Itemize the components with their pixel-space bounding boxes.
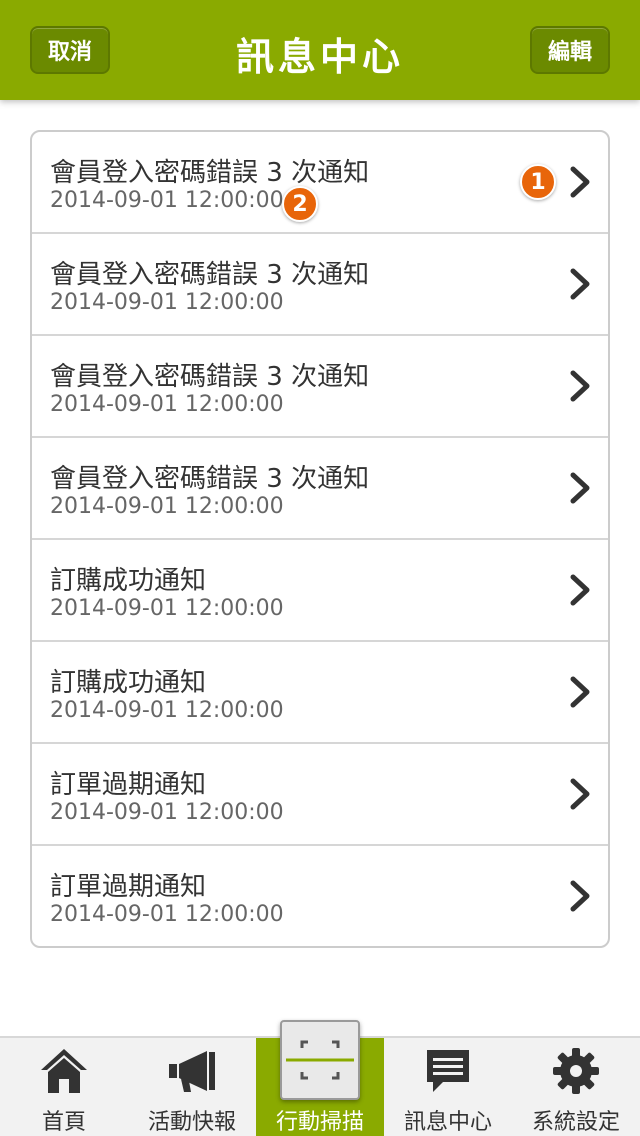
chevron-right-icon xyxy=(570,574,590,606)
step-badge: 2 xyxy=(282,186,318,222)
message-subject: 會員登入密碼錯誤 3 次通知 xyxy=(50,362,370,392)
message-subject: 訂購成功通知 xyxy=(50,566,207,596)
message-row[interactable]: 訂單過期通知 2014-09-01 12:00:00 xyxy=(32,744,608,846)
tab-news[interactable]: 活動快報 xyxy=(128,1038,256,1136)
message-row[interactable]: 會員登入密碼錯誤 3 次通知 2014-09-01 12:00:00 xyxy=(32,336,608,438)
message-subject: 會員登入密碼錯誤 3 次通知 xyxy=(50,260,370,290)
message-subject: 會員登入密碼錯誤 3 次通知 xyxy=(50,464,370,494)
home-icon xyxy=(41,1049,87,1093)
message-row[interactable]: 會員登入密碼錯誤 3 次通知 2014-09-01 12:00:00 xyxy=(32,438,608,540)
tab-label: 行動掃描 xyxy=(275,1110,364,1135)
message-time: 2014-09-01 12:00:00 xyxy=(50,902,284,927)
message-time: 2014-09-01 12:00:00 xyxy=(50,188,284,213)
message-list: 會員登入密碼錯誤 3 次通知 2014-09-01 12:00:00 1 2 會… xyxy=(30,130,610,948)
message-row[interactable]: 會員登入密碼錯誤 3 次通知 2014-09-01 12:00:00 xyxy=(32,234,608,336)
message-row[interactable]: 訂購成功通知 2014-09-01 12:00:00 xyxy=(32,642,608,744)
tab-settings[interactable]: 系統設定 xyxy=(512,1038,640,1136)
chevron-right-icon xyxy=(570,166,590,198)
message-subject: 訂單過期通知 xyxy=(50,872,207,902)
tab-home[interactable]: 首頁 xyxy=(0,1038,128,1136)
chevron-right-icon xyxy=(570,676,590,708)
tab-label: 活動快報 xyxy=(147,1110,236,1135)
message-subject: 訂單過期通知 xyxy=(50,770,207,800)
message-row[interactable]: 訂購成功通知 2014-09-01 12:00:00 xyxy=(32,540,608,642)
message-time: 2014-09-01 12:00:00 xyxy=(50,494,284,519)
chevron-right-icon xyxy=(570,370,590,402)
message-row[interactable]: 訂單過期通知 2014-09-01 12:00:00 xyxy=(32,846,608,946)
scan-icon xyxy=(280,1020,360,1100)
chevron-right-icon xyxy=(570,778,590,810)
message-time: 2014-09-01 12:00:00 xyxy=(50,290,284,315)
message-time: 2014-09-01 12:00:00 xyxy=(50,698,284,723)
chevron-right-icon xyxy=(570,268,590,300)
chevron-right-icon xyxy=(570,880,590,912)
tab-label: 訊息中心 xyxy=(403,1110,492,1135)
chevron-right-icon xyxy=(570,472,590,504)
tab-label: 首頁 xyxy=(41,1110,86,1135)
message-time: 2014-09-01 12:00:00 xyxy=(50,800,284,825)
message-row[interactable]: 會員登入密碼錯誤 3 次通知 2014-09-01 12:00:00 1 2 xyxy=(32,132,608,234)
top-nav-bar: 取消 訊息中心 編輯 xyxy=(0,0,640,100)
message-icon xyxy=(427,1050,469,1092)
megaphone-icon xyxy=(169,1051,215,1092)
message-time: 2014-09-01 12:00:00 xyxy=(50,596,284,621)
tab-messages[interactable]: 訊息中心 xyxy=(384,1038,512,1136)
step-badge: 1 xyxy=(520,164,556,200)
tab-scan[interactable]: 行動掃描 xyxy=(256,1020,384,1136)
message-subject: 會員登入密碼錯誤 3 次通知 xyxy=(50,158,370,188)
bottom-tab-bar: 首頁 活動快報 行動掃描 訊息中心 系統設定 xyxy=(0,1020,640,1136)
gear-icon xyxy=(553,1048,599,1094)
message-time: 2014-09-01 12:00:00 xyxy=(50,392,284,417)
tab-label: 系統設定 xyxy=(531,1110,620,1135)
edit-button[interactable]: 編輯 xyxy=(530,26,610,74)
message-subject: 訂購成功通知 xyxy=(50,668,207,698)
